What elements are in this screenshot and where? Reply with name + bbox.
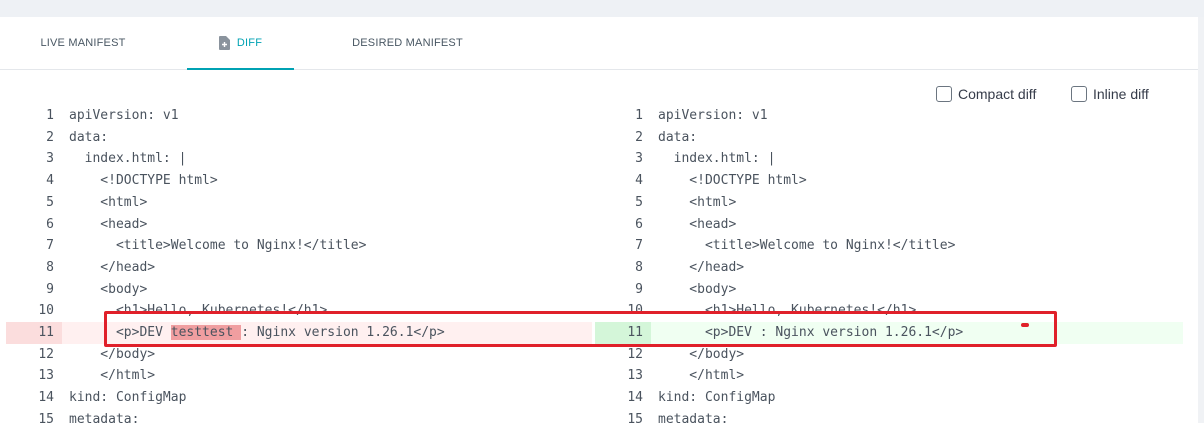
tab-desired-manifest-label: DESIRED MANIFEST <box>352 37 463 49</box>
code-line: <title>Welcome to Nginx!</title> <box>69 238 367 254</box>
code-line: index.html: | <box>69 151 187 167</box>
line-number: 7 <box>46 238 54 254</box>
inline-diff-option[interactable]: Inline diff <box>1071 84 1149 104</box>
manifest-tabs: LIVE MANIFEST DIFF DESIRED MANIFEST <box>0 17 1198 70</box>
code-line: </html> <box>69 368 156 384</box>
line-number: 8 <box>46 259 54 275</box>
code-line: index.html: | <box>658 151 776 167</box>
code-line: kind: ConfigMap <box>658 390 776 406</box>
code-line: kind: ConfigMap <box>69 390 187 406</box>
top-bar <box>0 0 1204 17</box>
line-number: 15 <box>627 411 643 427</box>
line-number: 13 <box>38 368 54 384</box>
line-number: 1 <box>635 108 643 123</box>
line-number: 15 <box>38 411 54 427</box>
line-number: 14 <box>627 390 643 406</box>
tab-desired-manifest[interactable]: DESIRED MANIFEST <box>340 17 475 69</box>
scrollbar-track[interactable] <box>1198 17 1204 423</box>
line-number: 8 <box>635 259 643 275</box>
line-number: 9 <box>635 281 643 297</box>
line-number: 6 <box>46 216 54 232</box>
code-line: <!DOCTYPE html> <box>69 173 218 189</box>
line-number: 13 <box>627 368 643 384</box>
line-number: 4 <box>635 173 643 189</box>
line-number: 2 <box>46 129 54 145</box>
annotation-mark <box>1021 323 1029 327</box>
code-line: <html> <box>69 194 148 210</box>
code-line: apiVersion: v1 <box>658 108 768 123</box>
code-line: metadata: <box>69 411 140 427</box>
annotation-highlight-box <box>104 311 1057 347</box>
line-number: 12 <box>38 346 54 362</box>
line-number: 3 <box>635 151 643 167</box>
compact-diff-option[interactable]: Compact diff <box>936 84 1036 104</box>
code-line: metadata: <box>658 411 729 427</box>
code-line: <html> <box>658 194 737 210</box>
line-number: 14 <box>38 390 54 406</box>
active-tab-indicator <box>187 68 294 70</box>
compact-diff-label: Compact diff <box>958 86 1037 102</box>
code-line: <title>Welcome to Nginx!</title> <box>658 238 956 254</box>
line-number: 1 <box>46 108 54 123</box>
line-number: 10 <box>38 303 54 319</box>
code-line: </head> <box>69 259 156 275</box>
code-line: <!DOCTYPE html> <box>658 173 807 189</box>
line-number: 9 <box>46 281 54 297</box>
line-number: 6 <box>635 216 643 232</box>
line-number: 2 <box>635 129 643 145</box>
code-line: <head> <box>69 216 148 232</box>
line-number: 4 <box>46 173 54 189</box>
code-line: </head> <box>658 259 745 275</box>
line-number: 3 <box>46 151 54 167</box>
code-line: <body> <box>658 281 737 297</box>
tab-live-manifest[interactable]: LIVE MANIFEST <box>18 17 148 69</box>
code-line: data: <box>69 129 109 145</box>
diff-file-icon <box>218 36 230 50</box>
inline-diff-label: Inline diff <box>1093 86 1149 102</box>
tab-live-manifest-label: LIVE MANIFEST <box>40 37 126 49</box>
line-number: 7 <box>635 238 643 254</box>
code-line: apiVersion: v1 <box>69 108 179 123</box>
code-line: <body> <box>69 281 148 297</box>
tab-diff-label: DIFF <box>236 37 263 49</box>
inline-diff-checkbox[interactable] <box>1071 86 1087 102</box>
line-number: 11 <box>38 325 54 340</box>
code-line: </html> <box>658 368 745 384</box>
line-number: 5 <box>635 194 643 210</box>
code-line: <head> <box>658 216 737 232</box>
code-line: data: <box>658 129 698 145</box>
compact-diff-checkbox[interactable] <box>936 86 952 102</box>
tab-diff[interactable]: DIFF <box>187 17 294 70</box>
line-number: 5 <box>46 194 54 210</box>
